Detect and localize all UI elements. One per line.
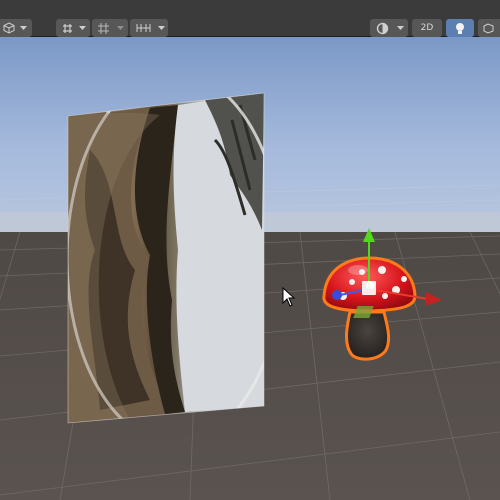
scene-viewport[interactable] xyxy=(0,37,500,500)
scene-toolbar: 2D xyxy=(0,0,500,37)
more-button[interactable] xyxy=(478,19,500,37)
grid-snapping-dropdown[interactable] xyxy=(92,19,128,37)
2d-toggle[interactable]: 2D xyxy=(412,19,442,37)
lightbulb-icon xyxy=(453,20,467,36)
lighting-toggle[interactable] xyxy=(446,19,474,37)
draw-mode-dropdown[interactable] xyxy=(0,19,32,37)
photo-quad[interactable] xyxy=(67,73,283,443)
gizmo-z-arrow[interactable] xyxy=(332,290,342,300)
cube-icon xyxy=(1,20,17,36)
chevron-down-icon xyxy=(156,20,166,36)
chevron-down-icon xyxy=(115,20,125,36)
transform-tools-icon xyxy=(59,20,75,36)
grid-snapping-icon xyxy=(95,20,111,36)
2d-label-text: 2D xyxy=(420,23,434,33)
increment-snap-icon xyxy=(134,20,152,36)
shading-mode-icon xyxy=(374,20,390,36)
tool-handle-dropdown[interactable] xyxy=(56,19,90,37)
more-icon xyxy=(480,20,496,36)
increment-snap-dropdown[interactable] xyxy=(130,19,168,37)
chevron-down-icon xyxy=(77,20,87,36)
gizmo-center-handle[interactable] xyxy=(362,281,376,295)
2d-label: 2D xyxy=(412,20,442,36)
chevron-down-icon xyxy=(395,20,405,36)
shading-mode-dropdown[interactable] xyxy=(370,19,408,37)
chevron-down-icon xyxy=(18,20,28,36)
